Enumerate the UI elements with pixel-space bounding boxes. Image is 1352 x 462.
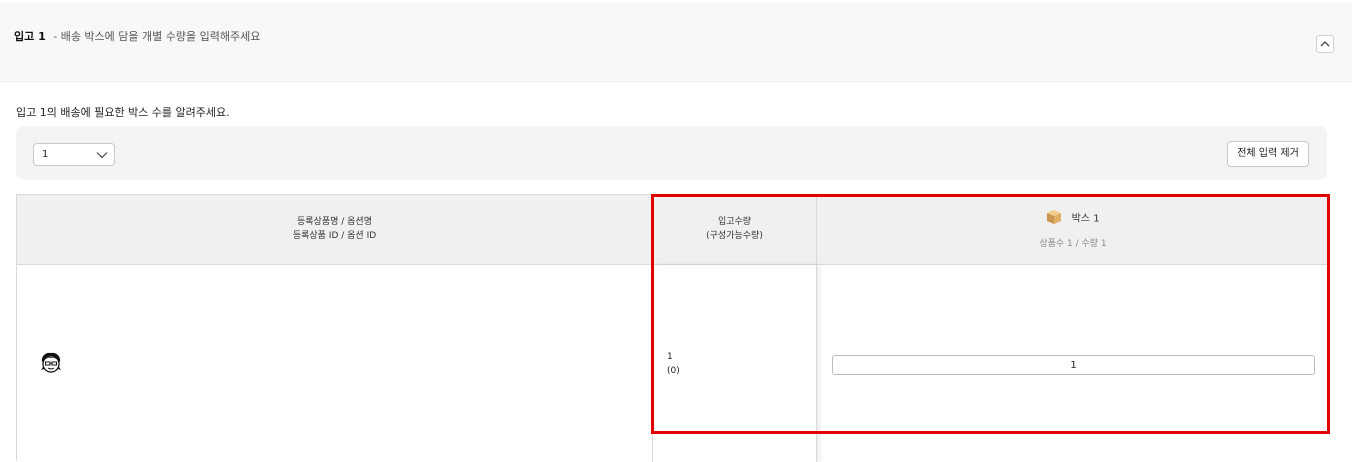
box-allocation-table: 등록상품명 / 옵션명 등록상품 ID / 옵션 ID 입고수량 (구성가능수량… xyxy=(16,194,1329,462)
qty-column-header: 입고수량 (구성가능수량) xyxy=(652,195,817,264)
product-column-header: 등록상품명 / 옵션명 등록상품 ID / 옵션 ID xyxy=(17,195,652,264)
box-column-header: 박스 1 상품수 1 / 수량 1 xyxy=(817,195,1329,264)
box-title: 박스 1 xyxy=(1071,213,1100,225)
chevron-up-icon xyxy=(1320,41,1330,47)
table-row-qty: 1 (0) xyxy=(667,350,680,378)
available-qty-header: (구성가능수량) xyxy=(706,231,763,241)
product-name-header: 등록상품명 / 옵션명 xyxy=(297,217,372,227)
box-count-toolbar: 1 전체 입력 제거 xyxy=(16,126,1327,180)
incoming-qty-header: 입고수량 xyxy=(717,217,752,227)
step-label: 입고 1 xyxy=(14,30,46,43)
step-header: 입고 1 - 배송 박스에 담을 개별 수량을 입력해주세요 xyxy=(0,2,1352,82)
available-qty: (0) xyxy=(667,366,680,376)
box-count-value: 1 xyxy=(42,149,49,160)
step-subtitle: - 배송 박스에 담을 개별 수량을 입력해주세요 xyxy=(53,30,261,43)
step-title: 입고 1 - 배송 박스에 담을 개별 수량을 입력해주세요 xyxy=(14,28,260,44)
qty-column-body: 1 (0) xyxy=(652,265,817,462)
incoming-qty: 1 xyxy=(667,352,673,362)
box-count-prompt: 입고 1의 배송에 필요한 박스 수를 알려주세요. xyxy=(16,106,230,119)
avatar-icon xyxy=(39,351,63,379)
box1-qty-input[interactable] xyxy=(832,355,1315,375)
product-id-header: 등록상품 ID / 옵션 ID xyxy=(292,231,377,241)
collapse-button[interactable] xyxy=(1316,35,1334,53)
chevron-down-icon xyxy=(96,152,108,159)
clear-all-button[interactable]: 전체 입력 제거 xyxy=(1227,141,1309,167)
box-count-select[interactable]: 1 xyxy=(33,143,115,166)
table-header: 등록상품명 / 옵션명 등록상품 ID / 옵션 ID 입고수량 (구성가능수량… xyxy=(17,195,1329,265)
box-icon xyxy=(1046,209,1062,228)
box-summary: 상품수 1 / 수량 1 xyxy=(1039,239,1107,249)
